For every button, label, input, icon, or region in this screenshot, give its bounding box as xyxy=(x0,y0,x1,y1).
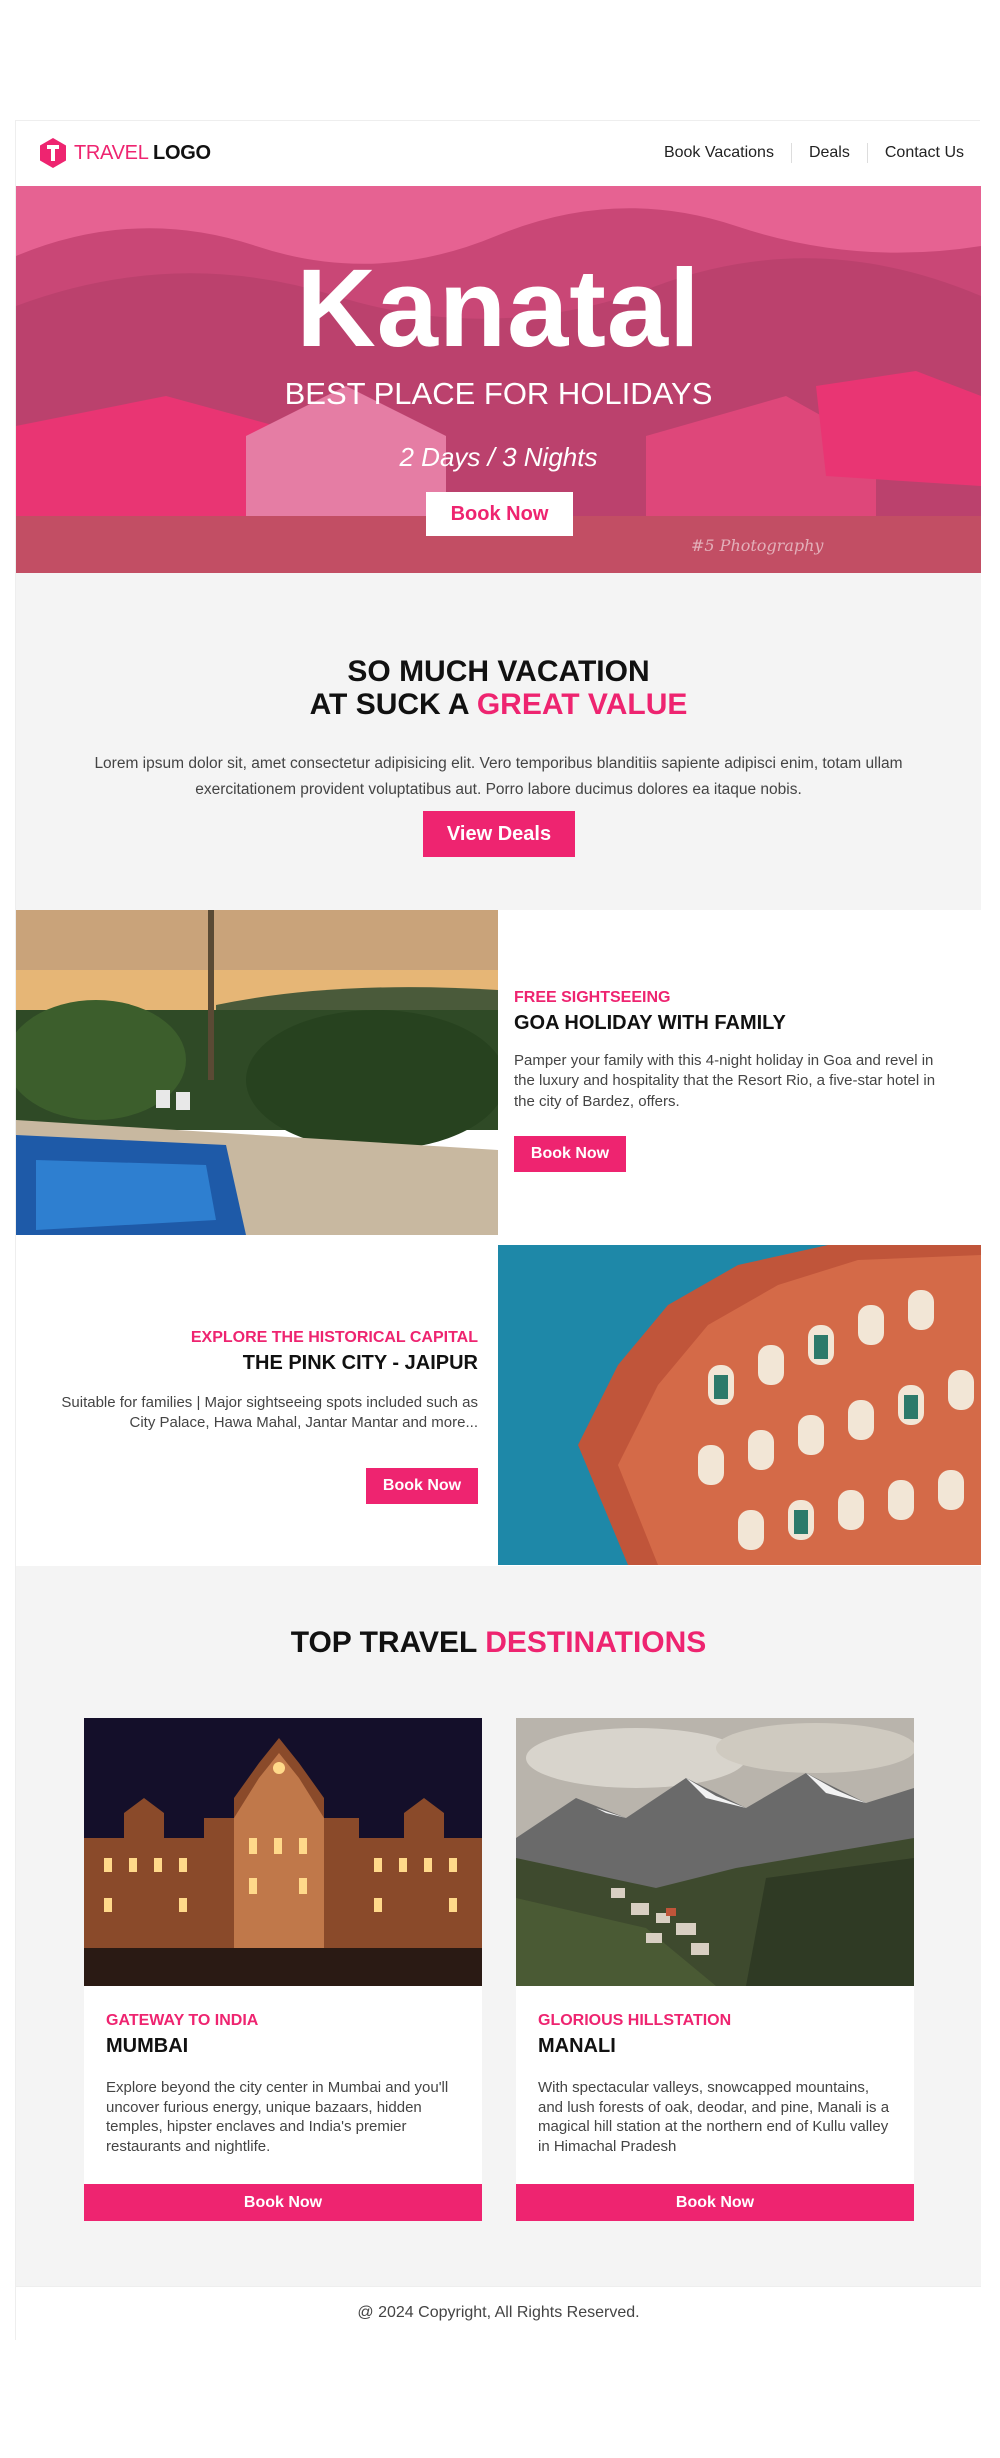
nav-book-vacations[interactable]: Book Vacations xyxy=(647,144,791,162)
feature-jaipur-text: EXPLORE THE HISTORICAL CAPITAL THE PINK … xyxy=(38,1328,478,1504)
feature-goa-title: GOA HOLIDAY WITH FAMILY xyxy=(514,1012,786,1035)
goa-resort-image xyxy=(16,910,498,1235)
header: TRAVEL LOGO Book Vacations Deals Contact… xyxy=(16,121,981,186)
vacation-paragraph: Lorem ipsum dolor sit, amet consectetur … xyxy=(94,755,903,798)
mumbai-card-body: GATEWAY TO INDIA MUMBAI Explore beyond t… xyxy=(106,2011,460,2156)
view-deals-button[interactable]: View Deals xyxy=(423,811,575,857)
destination-card-manali: GLORIOUS HILLSTATION MANALI With spectac… xyxy=(516,1718,914,2221)
mumbai-image xyxy=(84,1718,482,1986)
email-container: TRAVEL LOGO Book Vacations Deals Contact… xyxy=(15,120,981,2341)
goa-resort-illustration xyxy=(16,910,498,1235)
destinations-heading-prefix: TOP TRAVEL xyxy=(290,1626,486,1659)
logo-hexagon-icon xyxy=(40,138,66,168)
vacation-heading-line1: SO MUCH VACATION xyxy=(347,655,650,688)
manali-illustration xyxy=(516,1718,914,1986)
hero-duration: 2 Days / 3 Nights xyxy=(399,442,598,472)
hero-watermark: #5 Photography xyxy=(691,536,824,555)
manali-image xyxy=(516,1718,914,1986)
hero-book-now-button[interactable]: Book Now xyxy=(426,492,573,536)
hero-banner: Kanatal BEST PLACE FOR HOLIDAYS 2 Days /… xyxy=(16,186,981,573)
jaipur-book-now-button[interactable]: Book Now xyxy=(366,1467,478,1504)
logo-text-logo: LOGO xyxy=(153,141,211,164)
manali-book-now-button[interactable]: Book Now xyxy=(516,2184,914,2221)
vacation-heading-prefix: AT SUCK A xyxy=(309,688,477,721)
hawa-mahal-image xyxy=(498,1245,981,1565)
vacation-section: SO MUCH VACATION AT SUCK A GREAT VALUE L… xyxy=(16,573,981,910)
feature-jaipur-eyebrow: EXPLORE THE HISTORICAL CAPITAL xyxy=(190,1329,478,1346)
feature-jaipur: EXPLORE THE HISTORICAL CAPITAL THE PINK … xyxy=(16,1240,981,1570)
manali-eyebrow: GLORIOUS HILLSTATION xyxy=(538,2012,732,2029)
mumbai-illustration xyxy=(84,1718,482,1986)
feature-goa-description: Pamper your family with this 4-night hol… xyxy=(514,1052,936,1110)
feature-goa-text: FREE SIGHTSEEING GOA HOLIDAY WITH FAMILY… xyxy=(514,988,954,1172)
destinations-section: TOP TRAVEL DESTINATIONS GATEWAY TO INDIA… xyxy=(16,1566,981,2286)
destination-card-mumbai: GATEWAY TO INDIA MUMBAI Explore beyond t… xyxy=(84,1718,482,2221)
hero-subtitle: BEST PLACE FOR HOLIDAYS xyxy=(284,376,713,411)
destinations-heading-highlight: DESTINATIONS xyxy=(485,1626,707,1659)
mumbai-book-now-button[interactable]: Book Now xyxy=(84,2184,482,2221)
mumbai-title: MUMBAI xyxy=(106,2035,189,2058)
hero-title: Kanatal xyxy=(296,247,701,370)
footer-copyright: @ 2024 Copyright, All Rights Reserved. xyxy=(357,2304,640,2321)
feature-jaipur-description: Suitable for families | Major sightseein… xyxy=(61,1394,478,1432)
manali-description: With spectacular valleys, snowcapped mou… xyxy=(538,2079,890,2155)
logo-text: TRAVEL LOGO xyxy=(74,142,211,165)
vacation-heading-line2: AT SUCK A GREAT VALUE xyxy=(16,688,981,721)
mumbai-description: Explore beyond the city center in Mumbai… xyxy=(106,2079,449,2155)
nav-contact-us[interactable]: Contact Us xyxy=(868,144,964,162)
feature-jaipur-title: THE PINK CITY - JAIPUR xyxy=(242,1352,478,1375)
logo[interactable]: TRAVEL LOGO xyxy=(38,136,211,170)
manali-title: MANALI xyxy=(538,2035,616,2058)
mumbai-eyebrow: GATEWAY TO INDIA xyxy=(106,2012,259,2029)
vacation-heading-highlight: GREAT VALUE xyxy=(476,688,688,721)
feature-goa-eyebrow: FREE SIGHTSEEING xyxy=(514,989,671,1006)
destinations-heading: TOP TRAVEL DESTINATIONS xyxy=(16,1626,981,1660)
manali-card-body: GLORIOUS HILLSTATION MANALI With spectac… xyxy=(538,2011,892,2156)
nav-deals[interactable]: Deals xyxy=(792,144,867,162)
goa-book-now-button[interactable]: Book Now xyxy=(514,1135,626,1172)
hawa-mahal-illustration xyxy=(498,1245,981,1565)
logo-text-travel: TRAVEL xyxy=(74,141,148,164)
footer: @ 2024 Copyright, All Rights Reserved. xyxy=(16,2286,981,2341)
top-nav: Book Vacations Deals Contact Us xyxy=(647,143,964,163)
feature-goa: FREE SIGHTSEEING GOA HOLIDAY WITH FAMILY… xyxy=(16,910,981,1240)
